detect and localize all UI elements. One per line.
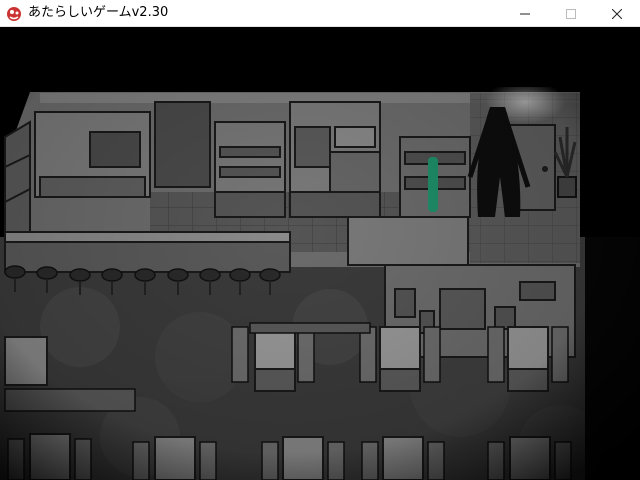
top-darkness [0, 27, 640, 87]
window-title: あたらしいゲームv2.30 [28, 5, 169, 20]
game-scene [0, 27, 640, 480]
minimize-icon [520, 13, 530, 14]
maximize-button[interactable] [548, 0, 594, 27]
maximize-icon [566, 8, 576, 19]
lighting-vignette [0, 27, 640, 480]
close-button[interactable] [594, 0, 640, 27]
close-icon [612, 8, 622, 19]
minimize-button[interactable] [502, 0, 548, 27]
game-viewport[interactable] [0, 27, 640, 480]
game-app-icon [7, 7, 21, 21]
title-bar[interactable]: あたらしいゲームv2.30 [0, 0, 640, 27]
game-window: あたらしいゲームv2.30 [0, 0, 640, 480]
